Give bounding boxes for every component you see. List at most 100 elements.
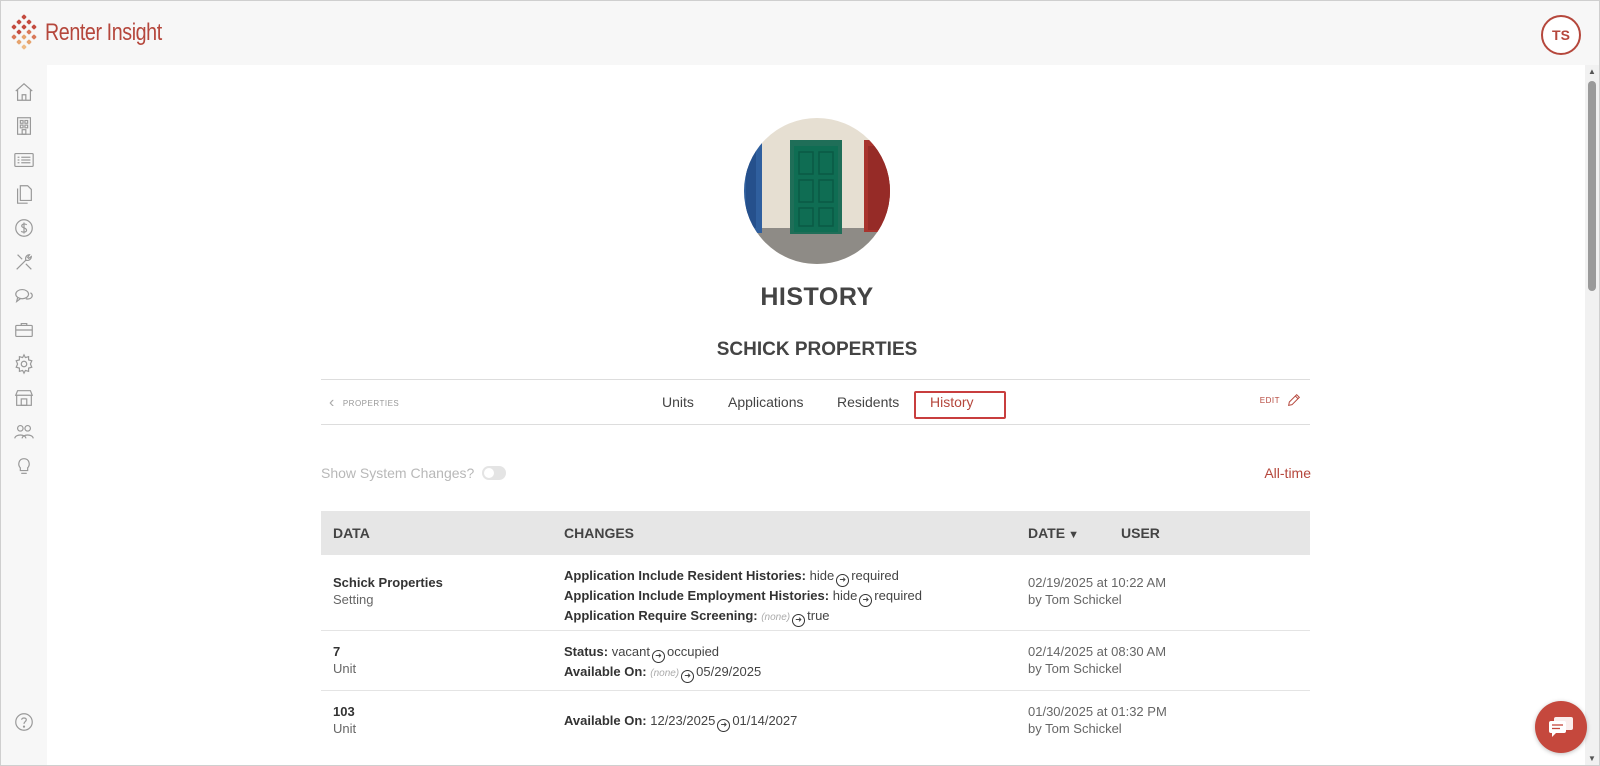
tab-applications[interactable]: Applications [728, 394, 804, 410]
data-name: Schick Properties [333, 575, 443, 590]
date-cell: 01/30/2025 at 01:32 PM by Tom Schickel [1028, 703, 1167, 737]
data-type: Setting [333, 592, 374, 607]
change-from: hide [809, 568, 835, 583]
chevron-left-icon: ‹ [329, 394, 335, 411]
gear-icon[interactable] [13, 353, 35, 375]
column-header-user[interactable]: USER [1121, 525, 1160, 541]
change-to: required [874, 588, 922, 603]
dollar-icon[interactable] [13, 217, 35, 239]
help-icon[interactable] [13, 711, 35, 733]
date-cell: 02/14/2025 at 08:30 AM by Tom Schickel [1028, 643, 1166, 677]
people-icon[interactable] [13, 421, 35, 443]
change-to: 05/29/2025 [696, 664, 762, 679]
change-user: by Tom Schickel [1028, 592, 1122, 607]
change-from: hide [832, 588, 858, 603]
chat-icon[interactable] [13, 285, 35, 307]
time-range-dropdown[interactable]: All-time [1264, 465, 1311, 481]
change-field: Application Include Employment Histories… [564, 588, 830, 603]
change-line: Application Include Employment Histories… [564, 587, 922, 607]
arrow-right-icon: ➜ [717, 719, 731, 732]
column-header-date[interactable]: DATE ▼ [1028, 525, 1079, 541]
table-row[interactable]: 103 Unit Available On: 12/23/2025 ➜ 01/14/… [321, 691, 1310, 751]
data-cell: 103 Unit [333, 703, 356, 737]
change-field: Status: [564, 644, 609, 659]
store-icon[interactable] [13, 387, 35, 409]
documents-icon[interactable] [13, 183, 35, 205]
arrow-right-icon: ➜ [681, 670, 695, 683]
change-to: 01/14/2027 [732, 713, 798, 728]
tools-icon[interactable] [13, 251, 35, 273]
lightbulb-icon[interactable] [13, 455, 35, 477]
back-link-label: PROPERTIES [342, 398, 400, 408]
page-title: HISTORY [760, 283, 874, 311]
change-from: 12/23/2025 [650, 713, 716, 728]
change-line: Available On: (none) ➜ 05/29/2025 [564, 663, 761, 683]
brand-name: Renter Insight [45, 19, 162, 46]
change-date: 02/14/2025 at 08:30 AM [1028, 644, 1167, 659]
change-date: 02/19/2025 at 10:22 AM [1028, 575, 1167, 590]
data-type: Unit [333, 661, 357, 676]
sort-desc-icon: ▼ [1068, 529, 1079, 541]
scroll-up-icon[interactable]: ▲ [1588, 67, 1596, 76]
pencil-icon [1288, 393, 1301, 406]
change-line: Application Require Screening: (none) ➜ tr… [564, 607, 922, 627]
change-line: Application Include Resident Histories: … [564, 567, 922, 587]
property-name: SCHICK PROPERTIES [716, 339, 918, 360]
arrow-right-icon: ➜ [836, 574, 850, 587]
back-to-properties-link[interactable]: ‹ PROPERTIES [329, 394, 399, 412]
tab-units[interactable]: Units [662, 394, 694, 410]
change-from: vacant [611, 644, 650, 659]
change-from: (none) [761, 612, 791, 623]
main-content: HISTORY SCHICK PROPERTIES ‹ PROPERTIES U… [47, 65, 1587, 765]
change-line: Status: vacant ➜ occupied [564, 643, 761, 663]
change-field: Application Require Screening: [564, 608, 758, 623]
arrow-right-icon: ➜ [859, 594, 873, 607]
building-icon[interactable] [13, 115, 35, 137]
edit-label: EDIT [1259, 395, 1280, 405]
change-to: required [851, 568, 899, 583]
change-field: Available On: [564, 713, 647, 728]
history-table: DATA CHANGES DATE ▼ USER Schick Propertie… [321, 511, 1310, 751]
change-from: (none) [650, 668, 680, 679]
table-row[interactable]: 7 Unit Status: vacant ➜ occupied Available… [321, 631, 1310, 691]
data-name: 103 [333, 704, 355, 719]
briefcase-icon[interactable] [13, 319, 35, 341]
system-changes-label: Show System Changes? [321, 465, 475, 481]
column-header-data[interactable]: DATA [333, 525, 370, 541]
chat-launcher-button[interactable] [1535, 701, 1587, 753]
data-type: Unit [333, 721, 357, 736]
change-field: Application Include Resident Histories: [564, 568, 806, 583]
scroll-down-icon[interactable]: ▼ [1588, 754, 1596, 763]
change-to: occupied [667, 644, 720, 659]
change-field: Available On: [564, 664, 647, 679]
data-name: 7 [333, 644, 341, 659]
change-user: by Tom Schickel [1028, 721, 1122, 736]
user-avatar[interactable]: TS [1541, 15, 1581, 55]
changes-cell: Status: vacant ➜ occupied Available On: (n… [564, 643, 761, 683]
property-image [744, 118, 890, 264]
changes-cell: Application Include Resident Histories: … [564, 567, 922, 627]
scrollbar-thumb[interactable] [1588, 81, 1596, 291]
change-to: true [807, 608, 830, 623]
tab-residents[interactable]: Residents [837, 394, 899, 410]
date-cell: 02/19/2025 at 10:22 AM by Tom Schickel [1028, 574, 1166, 608]
column-header-changes[interactable]: CHANGES [564, 525, 634, 541]
logo-mark-icon [9, 13, 39, 53]
home-icon[interactable] [13, 81, 35, 103]
vertical-scrollbar[interactable]: ▲ ▼ [1585, 65, 1599, 765]
list-icon[interactable] [13, 149, 35, 171]
arrow-right-icon: ➜ [652, 650, 665, 663]
brand-logo[interactable]: Renter Insight [9, 13, 187, 53]
table-header: DATA CHANGES DATE ▼ USER [321, 511, 1310, 555]
tab-history[interactable]: History [930, 394, 974, 410]
arrow-right-icon: ➜ [792, 614, 806, 627]
tab-bar: ‹ PROPERTIES Units Applications Resident… [321, 379, 1310, 425]
edit-link[interactable]: EDIT [1260, 392, 1302, 408]
data-cell: Schick Properties Setting [333, 574, 443, 608]
top-bar: Renter Insight TS [1, 1, 1599, 65]
app-window: Renter Insight TS HISTORY SCHICK PROPERT… [0, 0, 1600, 766]
table-row[interactable]: Schick Properties Setting Application In… [321, 555, 1310, 631]
sidebar [1, 65, 47, 765]
system-changes-toggle[interactable] [482, 466, 507, 480]
date-header-label: DATE [1028, 525, 1066, 541]
